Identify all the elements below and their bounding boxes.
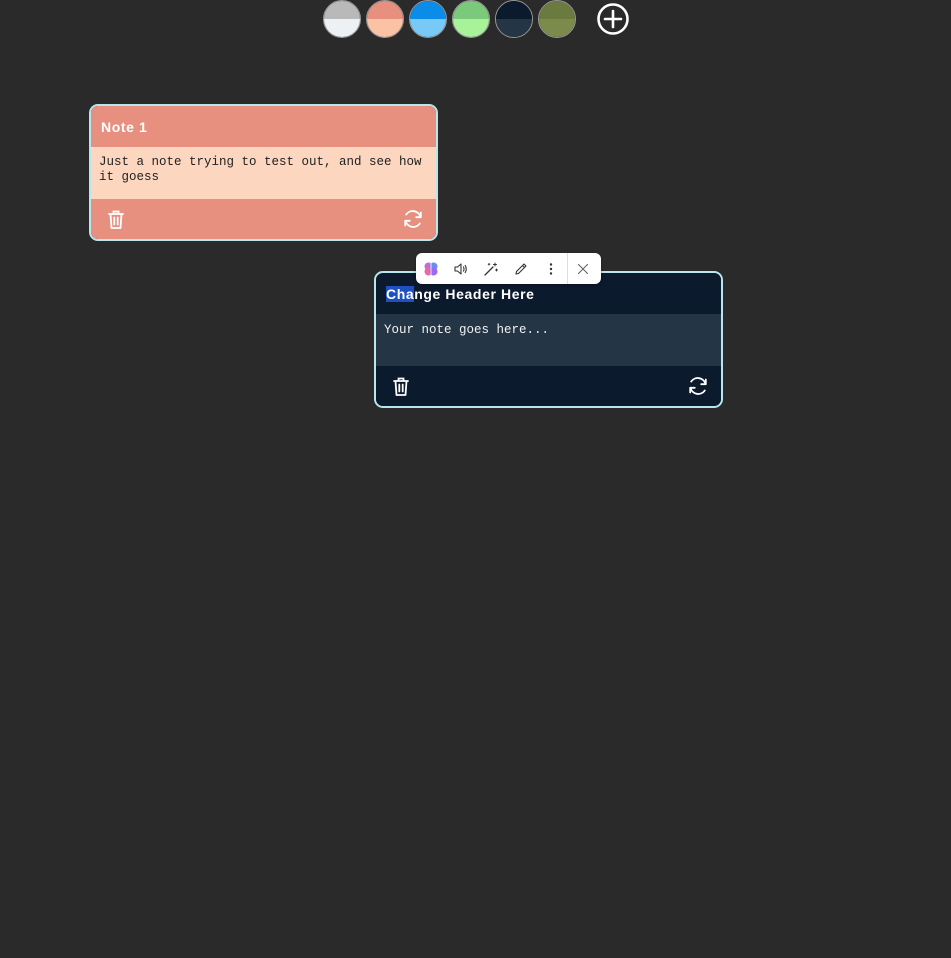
- trash-icon[interactable]: [390, 375, 412, 397]
- header-selected-text: Cha: [386, 285, 415, 302]
- color-swatch-salmon[interactable]: [366, 0, 404, 38]
- brain-icon: [424, 262, 438, 275]
- note-card[interactable]: Cha nge Header Here Your note goes here..…: [374, 271, 723, 408]
- close-toolbar-button[interactable]: [568, 253, 598, 284]
- ai-brain-button[interactable]: [416, 253, 446, 284]
- speaker-icon: [454, 262, 467, 275]
- more-options-button[interactable]: [536, 253, 566, 284]
- plus-circle-icon[interactable]: [596, 2, 630, 36]
- more-vertical-icon: [549, 262, 553, 275]
- color-swatch-blue[interactable]: [409, 0, 447, 38]
- read-aloud-button[interactable]: [446, 253, 476, 284]
- color-palette: [323, 0, 576, 38]
- note-header[interactable]: Note 1: [91, 106, 436, 147]
- color-swatch-green[interactable]: [452, 0, 490, 38]
- magic-wand-icon: [484, 262, 498, 276]
- close-icon: [577, 263, 589, 274]
- note-body[interactable]: Just a note trying to test out, and see …: [91, 147, 436, 199]
- color-swatch-olive[interactable]: [538, 0, 576, 38]
- note-body[interactable]: Your note goes here...: [376, 314, 721, 366]
- pencil-icon: [515, 262, 527, 275]
- text-selection-toolbar: [416, 253, 601, 284]
- note-footer: [376, 366, 721, 406]
- color-swatch-gray[interactable]: [323, 0, 361, 38]
- rewrite-button[interactable]: [476, 253, 506, 284]
- note-footer: [91, 199, 436, 239]
- header-text: nge Header Here: [414, 285, 535, 302]
- edit-button[interactable]: [506, 253, 536, 284]
- color-swatch-navy[interactable]: [495, 0, 533, 38]
- refresh-icon[interactable]: [687, 375, 709, 397]
- refresh-icon[interactable]: [402, 208, 424, 230]
- trash-icon[interactable]: [105, 208, 127, 230]
- note-card[interactable]: Note 1 Just a note trying to test out, a…: [89, 104, 438, 241]
